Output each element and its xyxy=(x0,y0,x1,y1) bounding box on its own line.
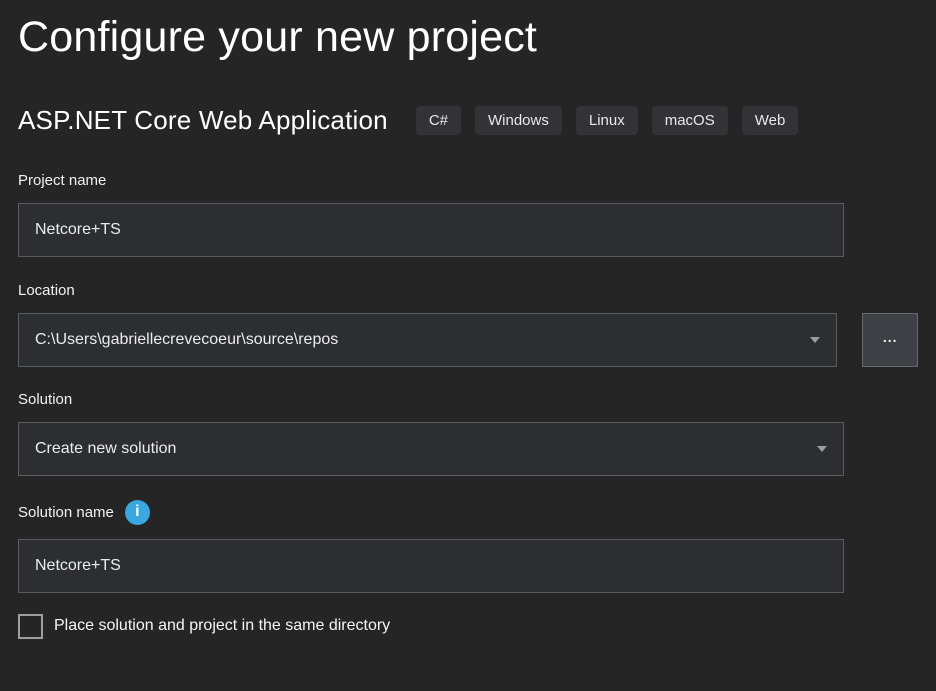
same-directory-row: Place solution and project in the same d… xyxy=(18,614,918,639)
tag-macos: macOS xyxy=(652,106,728,135)
chevron-down-icon xyxy=(810,337,820,343)
configure-project-dialog: Configure your new project ASP.NET Core … xyxy=(0,0,936,639)
same-directory-label[interactable]: Place solution and project in the same d… xyxy=(54,617,390,635)
chevron-down-icon xyxy=(817,446,827,452)
same-directory-checkbox[interactable] xyxy=(18,614,43,639)
solution-name-input[interactable] xyxy=(18,539,844,593)
template-header: ASP.NET Core Web Application C# Windows … xyxy=(18,105,918,136)
location-label: Location xyxy=(18,282,918,299)
solution-value: Create new solution xyxy=(35,440,176,458)
tag-windows: Windows xyxy=(475,106,562,135)
location-row: C:\Users\gabriellecrevecoeur\source\repo… xyxy=(18,313,918,367)
solution-name-label-row: Solution name i xyxy=(18,500,918,525)
project-name-label: Project name xyxy=(18,172,918,189)
solution-name-label: Solution name xyxy=(18,504,114,521)
tag-linux: Linux xyxy=(576,106,638,135)
solution-label: Solution xyxy=(18,391,918,408)
tag-csharp: C# xyxy=(416,106,461,135)
location-combobox[interactable]: C:\Users\gabriellecrevecoeur\source\repo… xyxy=(18,313,837,367)
solution-combobox[interactable]: Create new solution xyxy=(18,422,844,476)
browse-location-button[interactable]: ... xyxy=(862,313,918,367)
page-title: Configure your new project xyxy=(18,12,918,63)
location-value: C:\Users\gabriellecrevecoeur\source\repo… xyxy=(35,331,338,349)
info-icon[interactable]: i xyxy=(125,500,150,525)
template-tags: C# Windows Linux macOS Web xyxy=(416,106,799,135)
template-name: ASP.NET Core Web Application xyxy=(18,105,388,136)
tag-web: Web xyxy=(742,106,799,135)
project-name-input[interactable] xyxy=(18,203,844,257)
